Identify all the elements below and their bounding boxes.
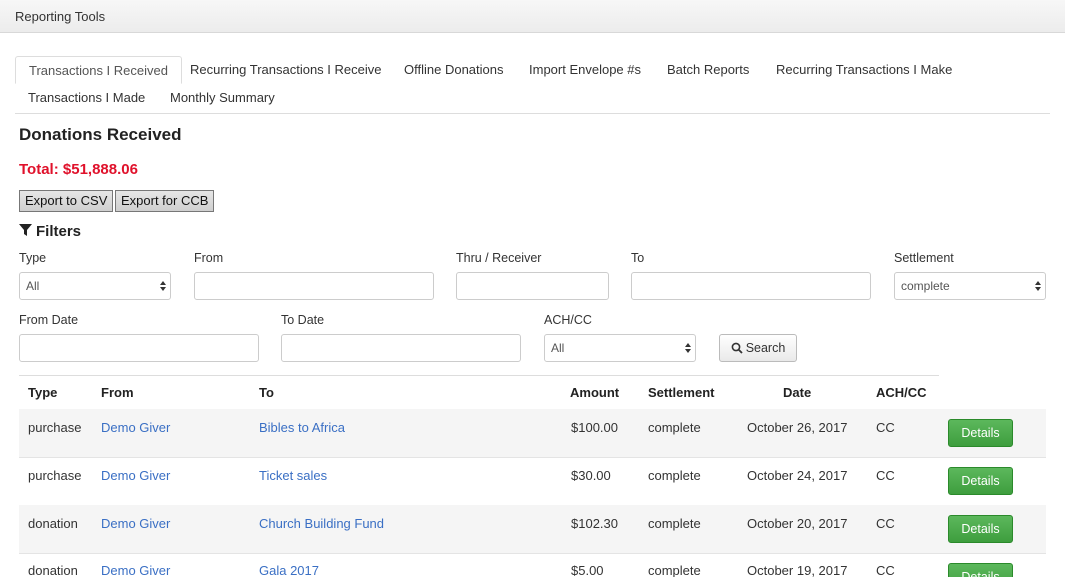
cell-amount: $5.00 (571, 563, 604, 577)
search-icon (731, 342, 743, 354)
cell-to-link[interactable]: Ticket sales (259, 468, 327, 483)
cell-type: purchase (28, 420, 82, 435)
export-ccb-button[interactable]: Export for CCB (115, 190, 215, 212)
cell-from-link[interactable]: Demo Giver (101, 468, 170, 483)
to-input[interactable] (631, 272, 871, 300)
ach-cc-select-value: All (551, 341, 565, 355)
table-row: purchase Demo Giver Bibles to Africa $10… (19, 409, 1046, 458)
cell-ach-cc: CC (876, 563, 895, 577)
type-select-value: All (26, 279, 40, 293)
cell-amount: $100.00 (571, 420, 618, 435)
tab-monthly-summary[interactable]: Monthly Summary (157, 84, 288, 112)
cell-to-link[interactable]: Bibles to Africa (259, 420, 345, 435)
cell-date: October 26, 2017 (747, 420, 848, 435)
cell-from-link[interactable]: Demo Giver (101, 420, 170, 435)
cell-settlement: complete (648, 516, 701, 531)
to-date-label: To Date (281, 313, 325, 327)
cell-to-link[interactable]: Church Building Fund (259, 516, 384, 531)
cell-ach-cc: CC (876, 516, 895, 531)
thru-receiver-input[interactable] (456, 272, 609, 300)
from-date-label: From Date (19, 313, 79, 327)
col-header-to: To (259, 385, 274, 400)
filter-icon (19, 224, 33, 238)
tab-batch-reports[interactable]: Batch Reports (654, 56, 762, 84)
col-header-amount: Amount (570, 385, 620, 400)
to-label: To (631, 251, 645, 265)
search-button[interactable]: Search (719, 334, 797, 362)
cell-settlement: complete (648, 468, 701, 483)
cell-settlement: complete (648, 420, 701, 435)
filters-heading: Filters (19, 223, 81, 240)
top-bar: Reporting Tools (0, 0, 1065, 33)
cell-from-link[interactable]: Demo Giver (101, 563, 170, 577)
select-caret-icon (1035, 281, 1041, 291)
to-date-input[interactable] (281, 334, 521, 362)
tab-transactions-received[interactable]: Transactions I Received (15, 56, 182, 84)
from-input[interactable] (194, 272, 434, 300)
ach-cc-label: ACH/CC (544, 313, 592, 327)
type-select[interactable]: All (19, 272, 171, 300)
cell-settlement: complete (648, 563, 701, 577)
app-title: Reporting Tools (15, 9, 106, 24)
total-amount: Total: $51,888.06 (19, 161, 138, 178)
details-button[interactable]: Details (948, 563, 1013, 577)
cell-from-link[interactable]: Demo Giver (101, 516, 170, 531)
col-header-date: Date (783, 385, 812, 400)
report-tabs: Transactions I Received Recurring Transa… (15, 56, 1050, 114)
tab-transactions-made[interactable]: Transactions I Made (15, 84, 158, 112)
cell-date: October 19, 2017 (747, 563, 848, 577)
thru-receiver-label: Thru / Receiver (456, 251, 542, 265)
select-caret-icon (160, 281, 166, 291)
search-button-label: Search (745, 341, 786, 355)
table-row: donation Demo Giver Church Building Fund… (19, 505, 1046, 554)
settlement-select[interactable]: complete (894, 272, 1046, 300)
cell-type: donation (28, 516, 78, 531)
col-header-type: Type (28, 385, 58, 400)
tab-recurring-make[interactable]: Recurring Transactions I Make (763, 56, 965, 84)
export-csv-button[interactable]: Export to CSV (19, 190, 114, 212)
details-button[interactable]: Details (948, 467, 1013, 495)
cell-type: donation (28, 563, 78, 577)
details-button[interactable]: Details (948, 419, 1013, 447)
from-date-input[interactable] (19, 334, 259, 362)
col-header-from: From (101, 385, 134, 400)
type-label: Type (19, 251, 47, 265)
cell-ach-cc: CC (876, 468, 895, 483)
cell-ach-cc: CC (876, 420, 895, 435)
table-row: donation Demo Giver Gala 2017 $5.00 comp… (19, 553, 1046, 577)
table-row: purchase Demo Giver Ticket sales $30.00 … (19, 457, 1046, 506)
tab-offline-donations[interactable]: Offline Donations (391, 56, 517, 84)
tab-import-envelope[interactable]: Import Envelope #s (516, 56, 654, 84)
select-caret-icon (685, 343, 691, 353)
cell-to-link[interactable]: Gala 2017 (259, 563, 319, 577)
col-header-ach-cc: ACH/CC (876, 385, 927, 400)
table-top-border (19, 375, 939, 376)
cell-type: purchase (28, 468, 82, 483)
details-button[interactable]: Details (948, 515, 1013, 543)
settlement-label: Settlement (894, 251, 954, 265)
from-label: From (194, 251, 224, 265)
cell-date: October 20, 2017 (747, 516, 848, 531)
filters-heading-label: Filters (36, 223, 82, 240)
col-header-settlement: Settlement (648, 385, 715, 400)
cell-amount: $102.30 (571, 516, 618, 531)
settlement-select-value: complete (901, 279, 950, 293)
cell-date: October 24, 2017 (747, 468, 848, 483)
cell-amount: $30.00 (571, 468, 611, 483)
ach-cc-select[interactable]: All (544, 334, 696, 362)
tab-recurring-receive[interactable]: Recurring Transactions I Receive (177, 56, 394, 84)
page-title: Donations Received (19, 125, 182, 144)
